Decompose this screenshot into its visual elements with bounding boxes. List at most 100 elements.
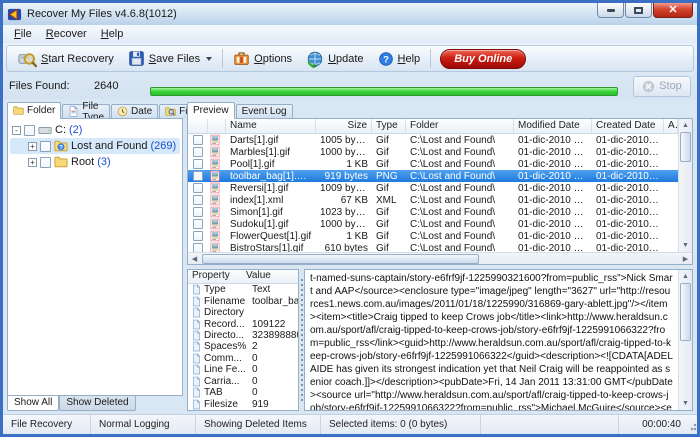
title-bar[interactable]: Recover My Files v4.6.8(1012) ✕ xyxy=(3,3,697,25)
tree-checkbox[interactable] xyxy=(40,157,51,168)
menu-file[interactable]: File xyxy=(7,26,39,42)
tree-item-lost-and-found[interactable]: + Lost and Found (269) xyxy=(10,138,180,154)
row-checkbox[interactable] xyxy=(193,171,203,181)
table-row[interactable]: Pool[1].gif 1 KB Gif C:\Lost and Found\ … xyxy=(188,158,678,170)
property-row[interactable]: Filesize919 xyxy=(188,398,298,409)
help-button[interactable]: Help xyxy=(371,49,428,69)
table-row[interactable]: Reversi[1].gif 1009 bytes Gif C:\Lost an… xyxy=(188,182,678,194)
tree-item-root[interactable]: + Root (3) xyxy=(10,154,180,170)
scroll-right-icon[interactable]: ▶ xyxy=(679,253,692,264)
row-checkbox[interactable] xyxy=(193,231,203,241)
property-value: 0 xyxy=(248,364,298,375)
scroll-left-icon[interactable]: ◀ xyxy=(188,253,201,264)
scrollbar-thumb[interactable] xyxy=(202,254,479,264)
scroll-up-icon[interactable]: ▲ xyxy=(679,270,692,283)
file-size: 67 KB xyxy=(316,195,372,206)
minimize-button[interactable] xyxy=(597,3,624,18)
save-files-button[interactable]: Save Files xyxy=(121,48,219,69)
tab-file-type[interactable]: File Type xyxy=(62,104,110,119)
scroll-down-icon[interactable]: ▼ xyxy=(679,239,692,252)
preview-tabs: Preview Event Log xyxy=(187,102,693,119)
file-list-horizontal-scrollbar[interactable]: ◀ ▶ xyxy=(188,252,692,264)
tab-date[interactable]: Date xyxy=(111,104,158,119)
column-header-type[interactable]: Type xyxy=(372,119,406,133)
table-row-selected[interactable]: toolbar_bag[1].png 919 bytes PNG C:\Lost… xyxy=(188,170,678,182)
scroll-up-icon[interactable]: ▲ xyxy=(679,119,692,132)
row-checkbox[interactable] xyxy=(193,243,203,252)
column-header-accessed[interactable]: Acc xyxy=(664,119,678,133)
show-deleted-tab[interactable]: Show Deleted xyxy=(59,396,135,411)
property-row[interactable]: Carria...0 xyxy=(188,376,298,387)
column-header-name[interactable]: Name xyxy=(226,119,316,133)
tree-item-c-drive[interactable]: - C: (2) xyxy=(10,122,180,138)
table-row[interactable]: Sudoku[1].gif 1000 bytes Gif C:\Lost and… xyxy=(188,218,678,230)
row-checkbox[interactable] xyxy=(193,147,203,157)
file-name: Reversi[1].gif xyxy=(226,183,316,194)
property-row[interactable]: Record...109122 xyxy=(188,318,298,329)
table-row[interactable]: Darts[1].gif 1005 bytes Gif C:\Lost and … xyxy=(188,134,678,146)
tree-filter-tabs: Show All Show Deleted xyxy=(7,396,183,411)
save-files-dropdown-icon[interactable] xyxy=(206,57,212,61)
table-row[interactable]: FlowerQuest[1].gif 1 KB Gif C:\Lost and … xyxy=(188,230,678,242)
row-checkbox[interactable] xyxy=(193,159,203,169)
close-button[interactable]: ✕ xyxy=(653,3,693,18)
table-row[interactable]: Marbles[1].gif 1000 bytes Gif C:\Lost an… xyxy=(188,146,678,158)
row-checkbox[interactable] xyxy=(193,183,203,193)
file-page-icon xyxy=(68,106,79,117)
table-row[interactable]: Simon[1].gif 1023 bytes Gif C:\Lost and … xyxy=(188,206,678,218)
table-row[interactable]: BistroStars[1].gif 610 bytes Gif C:\Lost… xyxy=(188,242,678,252)
preview-text-content[interactable]: t-named-suns-captain/story-e6frf9jf-1225… xyxy=(305,270,678,410)
options-button[interactable]: Options xyxy=(226,48,299,69)
property-row[interactable]: Spaces%2 xyxy=(188,341,298,352)
column-header-property[interactable]: Property xyxy=(188,270,244,283)
row-checkbox[interactable] xyxy=(193,219,203,229)
column-header-size[interactable]: Size xyxy=(316,119,372,133)
header-select-column xyxy=(188,119,208,133)
property-row[interactable]: TypeText xyxy=(188,284,298,295)
file-folder: C:\Lost and Found\ xyxy=(406,171,514,182)
table-row[interactable]: index[1].xml 67 KB XML C:\Lost and Found… xyxy=(188,194,678,206)
property-row[interactable]: Directory xyxy=(188,307,298,318)
property-name: Type xyxy=(204,284,248,295)
floppy-disk-icon xyxy=(128,50,145,67)
update-button[interactable]: Update xyxy=(299,48,370,70)
file-name: Marbles[1].gif xyxy=(226,147,316,158)
tab-folder[interactable]: Folder xyxy=(7,102,61,119)
scroll-down-icon[interactable]: ▼ xyxy=(679,397,692,410)
tree-checkbox[interactable] xyxy=(24,125,35,136)
row-checkbox[interactable] xyxy=(193,195,203,205)
file-type: PNG xyxy=(372,171,406,182)
property-page-icon xyxy=(191,353,202,364)
tab-preview[interactable]: Preview xyxy=(187,102,235,119)
property-row[interactable]: Filenametoolbar_bag... xyxy=(188,295,298,306)
maximize-button[interactable] xyxy=(625,3,652,18)
row-checkbox[interactable] xyxy=(193,135,203,145)
buy-online-button[interactable]: Buy Online xyxy=(440,49,526,69)
scrollbar-thumb[interactable] xyxy=(680,283,691,341)
expand-icon[interactable]: + xyxy=(28,158,37,167)
file-size: 1 KB xyxy=(316,159,372,170)
scrollbar-thumb[interactable] xyxy=(680,132,691,162)
start-recovery-button[interactable]: Start Recovery xyxy=(11,47,121,70)
tree-checkbox[interactable] xyxy=(40,141,51,152)
row-checkbox[interactable] xyxy=(193,207,203,217)
property-row[interactable]: TAB0 xyxy=(188,387,298,398)
property-row[interactable]: Comm...0 xyxy=(188,353,298,364)
property-row[interactable]: Directo...3238988800 xyxy=(188,330,298,341)
tab-event-log[interactable]: Event Log xyxy=(236,104,293,119)
file-list-vertical-scrollbar[interactable]: ▲ ▼ xyxy=(678,119,692,252)
show-all-tab[interactable]: Show All xyxy=(7,396,59,411)
column-header-created[interactable]: Created Date xyxy=(592,119,664,133)
expand-icon[interactable]: + xyxy=(28,142,37,151)
property-row[interactable]: Line Fe...0 xyxy=(188,364,298,375)
collapse-icon[interactable]: - xyxy=(12,126,21,135)
column-header-folder[interactable]: Folder xyxy=(406,119,514,133)
menu-recover[interactable]: Recover xyxy=(39,26,94,42)
preview-vertical-scrollbar[interactable]: ▲ ▼ xyxy=(678,270,692,410)
file-size: 1000 bytes xyxy=(316,147,372,158)
menu-help[interactable]: Help xyxy=(94,26,131,42)
resize-grip[interactable] xyxy=(689,415,697,434)
column-header-modified[interactable]: Modified Date xyxy=(514,119,592,133)
stop-button[interactable]: Stop xyxy=(633,76,691,97)
column-header-value[interactable]: Value xyxy=(244,270,298,283)
